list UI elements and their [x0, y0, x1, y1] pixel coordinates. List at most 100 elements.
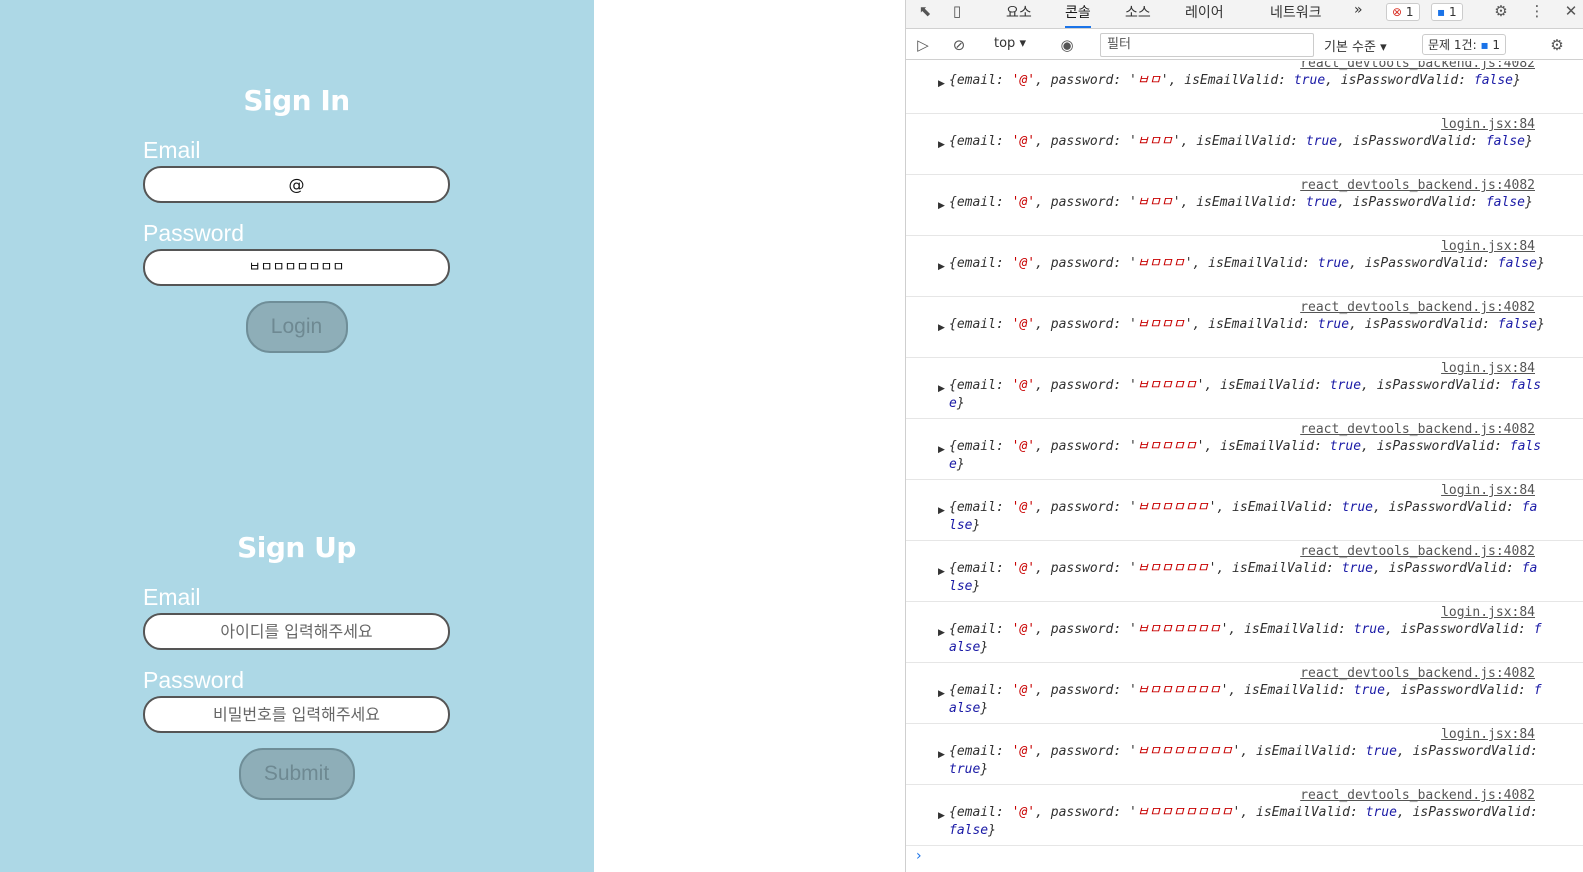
tab-network[interactable]: 네트워크	[1270, 2, 1322, 22]
log-object[interactable]: {email: '@', password: 'ㅂㅁㅁㅁ', isEmailVa…	[949, 255, 1545, 273]
log-password-value: ㅂㅁㅁㅁㅁㅁ	[1136, 500, 1209, 515]
log-object[interactable]: {email: '@', password: 'ㅂㅁㅁㅁㅁ', isEmailV…	[949, 438, 1545, 474]
log-password-value: ㅂㅁㅁㅁ	[1136, 317, 1185, 332]
signup-password-input[interactable]: 비밀번호를 입력해주세요	[143, 696, 450, 733]
console-settings-icon[interactable]: ⚙	[1548, 36, 1566, 54]
console-entry: login.jsx:84 ▶ {email: '@', password: 'ㅂㅁㅁ…	[906, 236, 1583, 297]
log-object[interactable]: {email: '@', password: 'ㅂㅁㅁㅁㅁㅁ', isEmail…	[949, 499, 1545, 535]
signin-email-input[interactable]: @	[143, 166, 450, 203]
log-object[interactable]: {email: '@', password: 'ㅂㅁㅁㅁㅁ', isEmailV…	[949, 377, 1545, 413]
log-source-link[interactable]: react_devtools_backend.js:4082	[1300, 788, 1535, 803]
kebab-menu-icon[interactable]: ⋮	[1528, 2, 1546, 20]
log-source-link[interactable]: login.jsx:84	[1441, 117, 1535, 132]
expand-triangle-icon[interactable]: ▶	[938, 79, 945, 89]
log-password-valid: false	[1497, 256, 1537, 271]
issues-button[interactable]: 문제 1건: ▪ 1	[1422, 34, 1507, 55]
log-password-valid: true	[949, 762, 981, 777]
log-source-link[interactable]: react_devtools_backend.js:4082	[1300, 666, 1535, 681]
log-password-value: ㅂㅁㅁ	[1136, 134, 1173, 149]
log-level-select[interactable]: 기본 수준 ▾	[1324, 36, 1387, 55]
log-object[interactable]: {email: '@', password: 'ㅂㅁㅁ', isEmailVal…	[949, 194, 1545, 212]
console-prompt-icon[interactable]: ›	[916, 848, 922, 864]
settings-gear-icon[interactable]: ⚙	[1492, 2, 1510, 20]
expand-triangle-icon[interactable]: ▶	[938, 506, 945, 516]
log-source-link[interactable]: react_devtools_backend.js:4082	[1300, 422, 1535, 437]
log-source-link[interactable]: login.jsx:84	[1441, 605, 1535, 620]
message-count-badge[interactable]: ▪ 1	[1431, 3, 1463, 21]
log-source-link[interactable]: login.jsx:84	[1441, 727, 1535, 742]
log-password-valid: false	[949, 561, 1538, 594]
signin-form: Sign In Email @ Password ㅂㅁㅁㅁㅁㅁㅁㅁ Login	[143, 84, 450, 353]
log-object[interactable]: {email: '@', password: 'ㅂㅁㅁㅁ', isEmailVa…	[949, 316, 1545, 334]
console-entry: login.jsx:84 ▶ {email: '@', password: 'ㅂㅁㅁ…	[906, 114, 1583, 175]
log-source-link[interactable]: react_devtools_backend.js:4082	[1300, 300, 1535, 315]
devtools-panel: ⬉ ▯ 요소 콘솔 소스 레이어 네트워크 » ⊗ 1 ▪ 1 ⚙ ⋮ ✕ ▷ …	[905, 0, 1583, 872]
page: Sign In Email @ Password ㅂㅁㅁㅁㅁㅁㅁㅁ Login …	[0, 0, 1583, 872]
log-password-valid: false	[949, 622, 1542, 655]
sidebar-toggle-icon[interactable]: ▷	[914, 36, 932, 54]
log-object[interactable]: {email: '@', password: 'ㅂㅁㅁㅁㅁㅁㅁ', isEmai…	[949, 621, 1545, 657]
error-count-badge[interactable]: ⊗ 1	[1386, 3, 1420, 21]
filter-input[interactable]: 필터	[1100, 33, 1314, 57]
log-password-value: ㅂㅁㅁㅁㅁㅁㅁㅁ	[1136, 805, 1233, 820]
log-password-valid: false	[1497, 317, 1537, 332]
log-source-link[interactable]: react_devtools_backend.js:4082	[1300, 178, 1535, 193]
expand-triangle-icon[interactable]: ▶	[938, 750, 945, 760]
tab-console[interactable]: 콘솔	[1065, 2, 1091, 28]
expand-triangle-icon[interactable]: ▶	[938, 384, 945, 394]
log-object[interactable]: {email: '@', password: 'ㅂㅁ', isEmailVali…	[949, 72, 1545, 90]
expand-triangle-icon[interactable]: ▶	[938, 201, 945, 211]
inspect-icon[interactable]: ⬉	[916, 2, 934, 20]
expand-triangle-icon[interactable]: ▶	[938, 262, 945, 272]
console-output: react_devtools_backend.js:4082 ▶ {email: '…	[906, 61, 1583, 872]
eye-icon[interactable]: ◉	[1058, 36, 1076, 54]
log-source-link[interactable]: login.jsx:84	[1441, 483, 1535, 498]
expand-triangle-icon[interactable]: ▶	[938, 323, 945, 333]
console-entry: react_devtools_backend.js:4082 ▶ {email: '…	[906, 61, 1583, 114]
submit-button[interactable]: Submit	[238, 748, 355, 800]
log-password-value: ㅂㅁㅁㅁㅁ	[1136, 439, 1197, 454]
context-select[interactable]: top ▾	[994, 36, 1026, 51]
log-password-valid: false	[949, 683, 1542, 716]
tab-elements[interactable]: 요소	[1006, 2, 1032, 22]
close-icon[interactable]: ✕	[1562, 2, 1580, 20]
app-panel: Sign In Email @ Password ㅂㅁㅁㅁㅁㅁㅁㅁ Login …	[0, 0, 594, 872]
signin-email-label: Email	[143, 137, 201, 163]
expand-triangle-icon[interactable]: ▶	[938, 811, 945, 821]
console-entry: login.jsx:84 ▶ {email: '@', password: 'ㅂㅁㅁ…	[906, 724, 1583, 785]
more-tabs-button[interactable]: »	[1354, 2, 1363, 18]
log-object[interactable]: {email: '@', password: 'ㅂㅁㅁㅁㅁㅁㅁㅁ', isEma…	[949, 804, 1545, 840]
log-object[interactable]: {email: '@', password: 'ㅂㅁㅁㅁㅁㅁ', isEmail…	[949, 560, 1545, 596]
devtools-tab-bar: ⬉ ▯ 요소 콘솔 소스 레이어 네트워크 » ⊗ 1 ▪ 1 ⚙ ⋮ ✕	[906, 0, 1583, 29]
expand-triangle-icon[interactable]: ▶	[938, 628, 945, 638]
log-source-link[interactable]: react_devtools_backend.js:4082	[1300, 61, 1535, 71]
log-password-value: ㅂㅁㅁ	[1136, 195, 1173, 210]
clear-console-icon[interactable]: ⊘	[950, 36, 968, 54]
tab-sources[interactable]: 소스	[1125, 2, 1151, 22]
console-toolbar: ▷ ⊘ top ▾ ◉ 필터 기본 수준 ▾ 문제 1건: ▪ 1 ⚙	[906, 30, 1583, 60]
log-password-valid: false	[949, 378, 1542, 411]
expand-triangle-icon[interactable]: ▶	[938, 140, 945, 150]
tab-layers[interactable]: 레이어	[1185, 2, 1224, 22]
error-icon: ⊗	[1392, 5, 1403, 19]
signin-password-input[interactable]: ㅂㅁㅁㅁㅁㅁㅁㅁ	[143, 249, 450, 286]
log-object[interactable]: {email: '@', password: 'ㅂㅁㅁㅁㅁㅁㅁㅁ', isEma…	[949, 743, 1545, 779]
expand-triangle-icon[interactable]: ▶	[938, 445, 945, 455]
expand-triangle-icon[interactable]: ▶	[938, 567, 945, 577]
log-object[interactable]: {email: '@', password: 'ㅂㅁㅁ', isEmailVal…	[949, 133, 1545, 151]
console-entry: react_devtools_backend.js:4082 ▶ {email: '…	[906, 785, 1583, 846]
log-source-link[interactable]: react_devtools_backend.js:4082	[1300, 544, 1535, 559]
signup-email-input[interactable]: 아이디를 입력해주세요	[143, 613, 450, 650]
signup-form: Sign Up Email 아이디를 입력해주세요 Password 비밀번호를…	[143, 531, 450, 800]
log-password-valid: false	[1485, 134, 1525, 149]
device-toggle-icon[interactable]: ▯	[948, 2, 966, 20]
log-object[interactable]: {email: '@', password: 'ㅂㅁㅁㅁㅁㅁㅁ', isEmai…	[949, 682, 1545, 718]
console-entry: login.jsx:84 ▶ {email: '@', password: 'ㅂㅁㅁ…	[906, 602, 1583, 663]
login-button[interactable]: Login	[245, 301, 348, 353]
log-source-link[interactable]: login.jsx:84	[1441, 361, 1535, 376]
signin-title: Sign In	[243, 84, 350, 117]
log-source-link[interactable]: login.jsx:84	[1441, 239, 1535, 254]
expand-triangle-icon[interactable]: ▶	[938, 689, 945, 699]
log-password-valid: false	[949, 439, 1542, 472]
log-password-valid: false	[1473, 73, 1514, 88]
